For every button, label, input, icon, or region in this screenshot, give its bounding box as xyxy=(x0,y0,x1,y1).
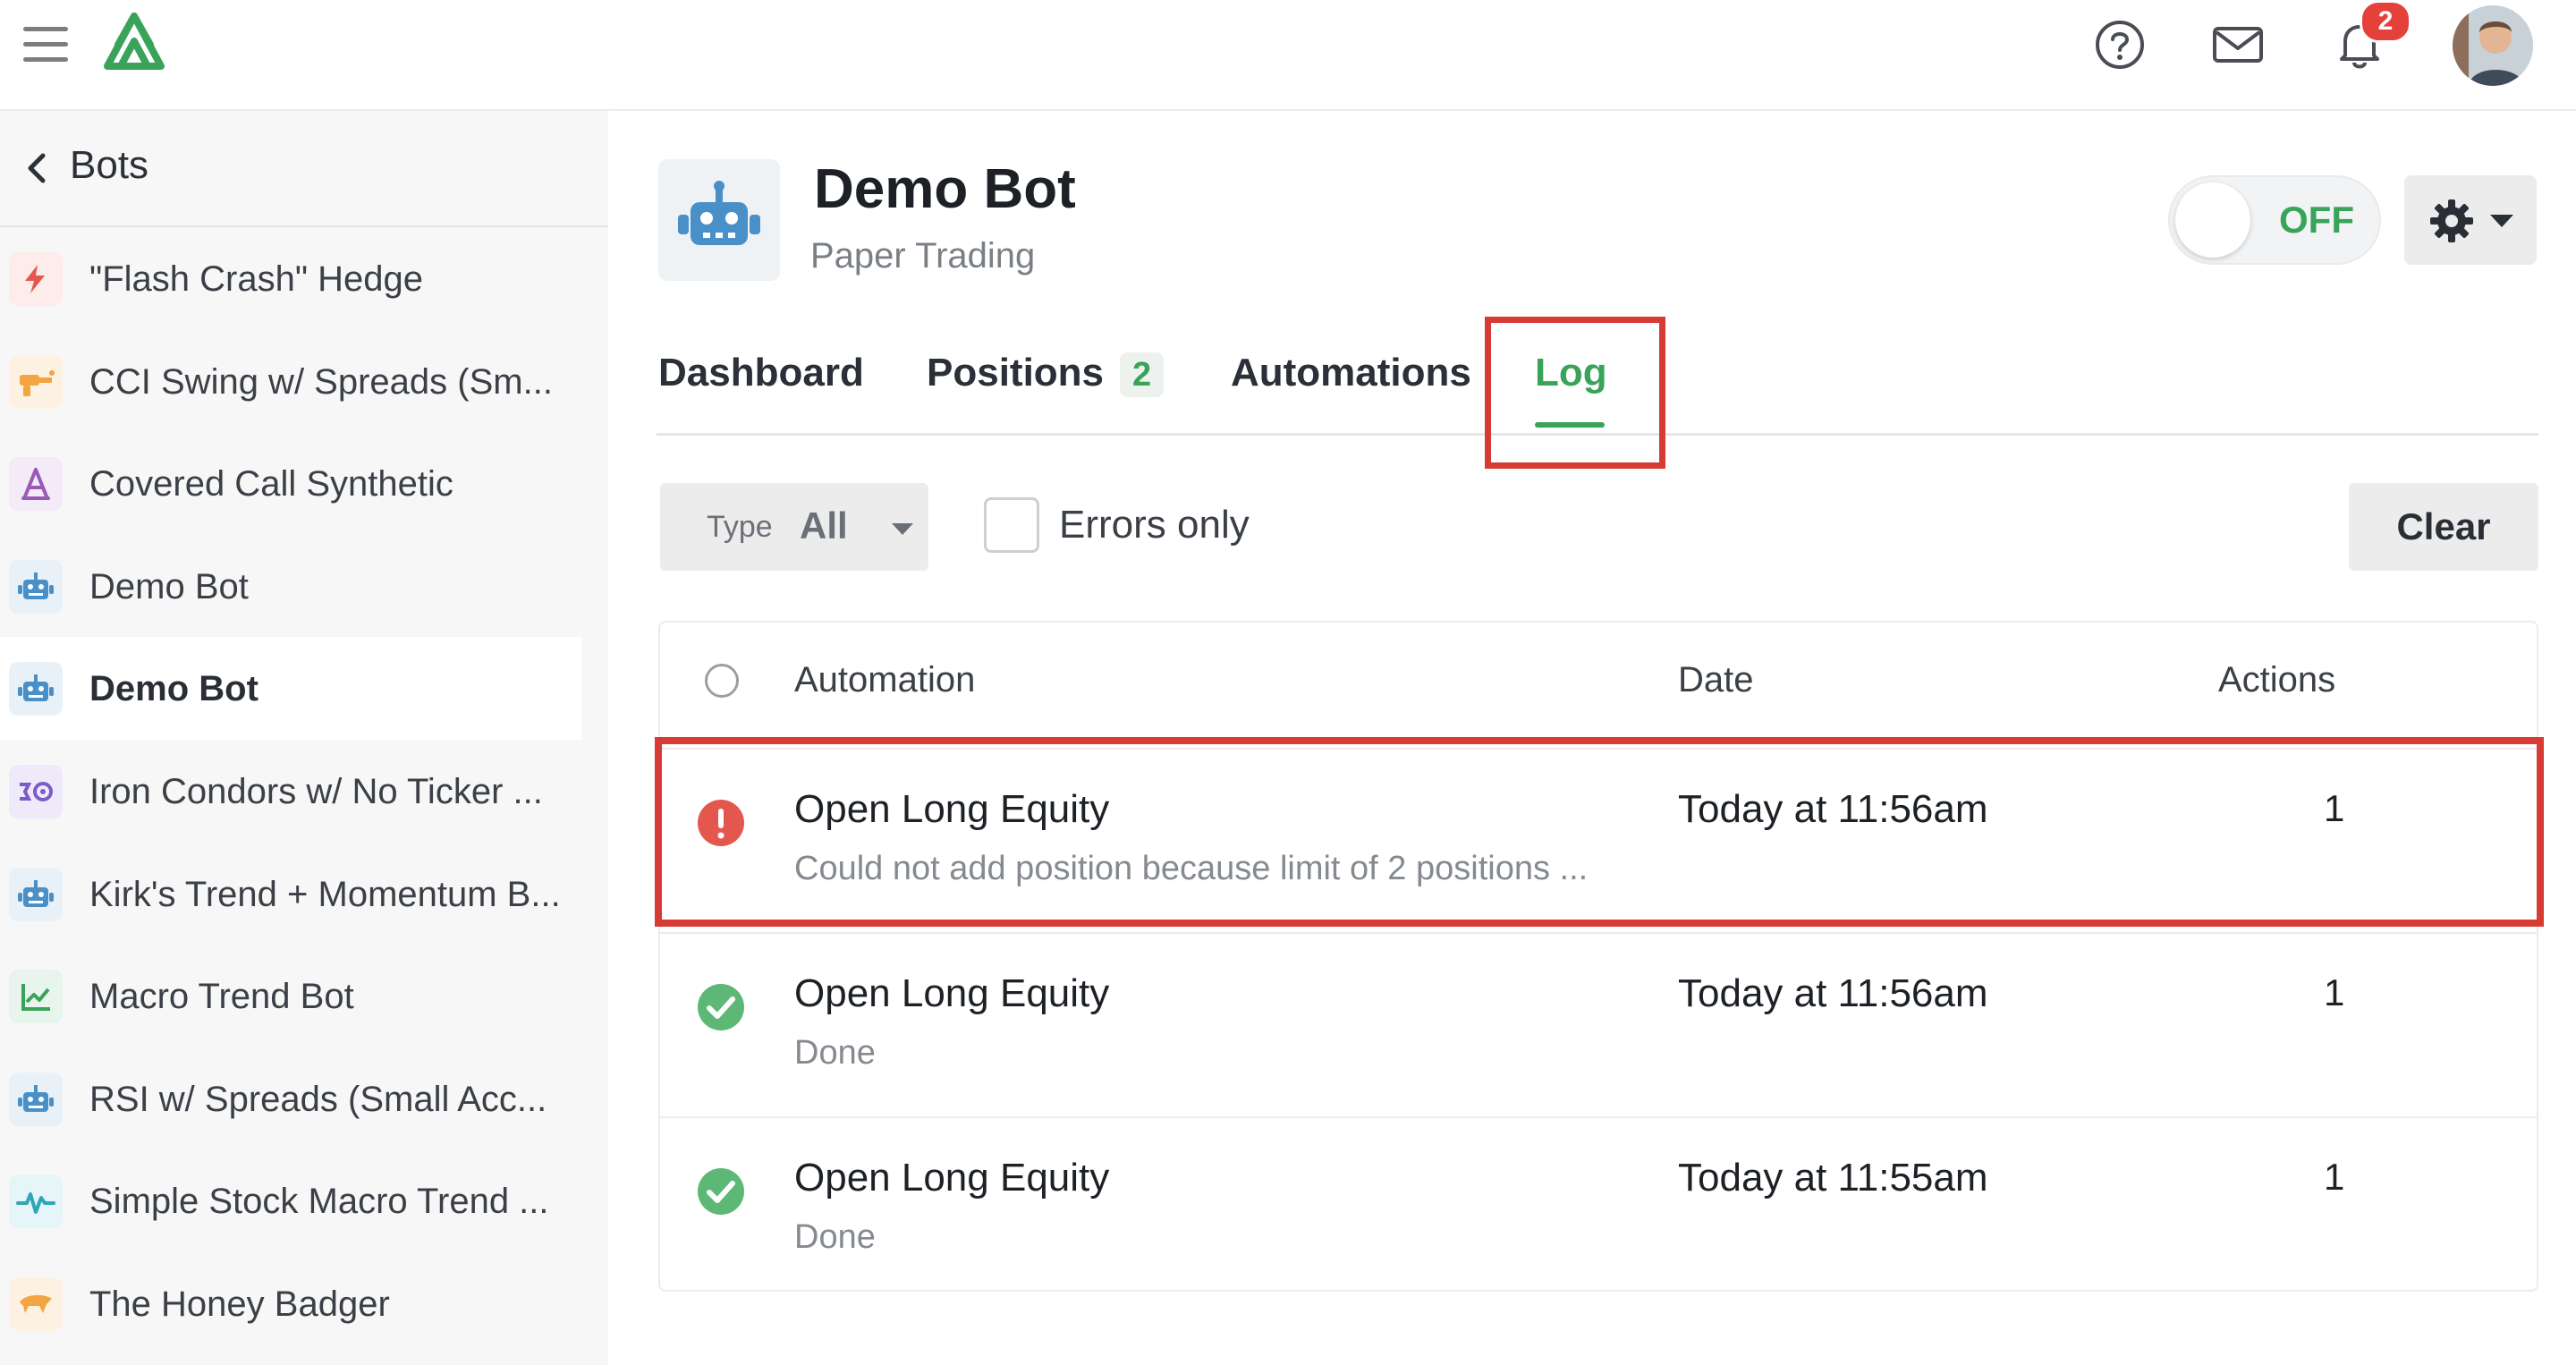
condor-icon xyxy=(9,764,63,818)
type-filter-value: All xyxy=(800,504,848,547)
chevron-left-icon xyxy=(28,153,46,183)
mail-icon[interactable] xyxy=(2209,16,2267,73)
column-header-date: Date xyxy=(1678,660,1754,699)
raygun-icon xyxy=(9,354,63,409)
sidebar-item-label: CCI Swing w/ Spreads (Sm... xyxy=(89,361,553,402)
sidebar-item-macro-trend-bot[interactable]: Macro Trend Bot xyxy=(0,945,581,1047)
table-row[interactable]: Open Long Equity Done Today at 11:55am 1 xyxy=(660,1116,2537,1302)
logo-icon[interactable] xyxy=(98,11,170,75)
table-row[interactable]: Open Long Equity Done Today at 11:56am 1 xyxy=(660,932,2537,1118)
positions-count-badge: 2 xyxy=(1120,352,1165,397)
sidebar-item-demo-bot-active[interactable]: Demo Bot xyxy=(0,637,581,740)
sidebar-item-label: Simple Stock Macro Trend ... xyxy=(89,1182,549,1222)
errors-only-checkbox[interactable] xyxy=(984,497,1039,553)
bot-list: "Flash Crash" Hedge CCI Swing w/ Spreads… xyxy=(0,227,581,1355)
sidebar-item-label: Covered Call Synthetic xyxy=(89,464,453,504)
sidebar-item-label: The Honey Badger xyxy=(89,1284,390,1324)
error-row-highlight-box xyxy=(655,737,2544,927)
sidebar-item-label: Macro Trend Bot xyxy=(89,977,354,1017)
log-tab-highlight-box xyxy=(1485,317,1665,469)
bot-on-off-toggle[interactable]: OFF xyxy=(2168,175,2381,265)
type-filter-label: Type xyxy=(707,510,773,544)
caret-down-icon xyxy=(2490,215,2513,227)
sidebar-item-label: Iron Condors w/ No Ticker ... xyxy=(89,771,543,811)
check-circle-icon xyxy=(698,984,744,1030)
chart-icon xyxy=(9,970,63,1024)
row-message: Done xyxy=(794,1034,876,1072)
user-avatar[interactable] xyxy=(2453,5,2533,86)
settings-dropdown-button[interactable] xyxy=(2404,175,2537,265)
help-icon[interactable] xyxy=(2091,16,2148,73)
check-circle-icon xyxy=(698,1168,744,1215)
sidebar-item-label: RSI w/ Spreads (Small Acc... xyxy=(89,1079,547,1119)
row-date: Today at 11:55am xyxy=(1678,1156,1988,1200)
compass-icon xyxy=(9,457,63,512)
page-subtitle: Paper Trading xyxy=(810,236,1036,276)
row-title: Open Long Equity xyxy=(794,1156,1110,1200)
back-to-bots-link[interactable]: Bots xyxy=(0,111,608,227)
sidebar-item-covered-call-synthetic[interactable]: Covered Call Synthetic xyxy=(0,432,581,535)
robot-icon xyxy=(9,1072,63,1126)
tab-label: Positions xyxy=(927,351,1105,394)
select-all-radio[interactable] xyxy=(705,664,739,698)
caret-down-icon xyxy=(892,523,913,535)
tab-label: Automations xyxy=(1231,351,1471,394)
sidebar-back-label: Bots xyxy=(70,143,149,187)
row-message: Done xyxy=(794,1218,876,1256)
robot-icon xyxy=(9,662,63,716)
errors-only-label[interactable]: Errors only xyxy=(1059,503,1250,547)
lightning-icon xyxy=(9,252,63,306)
bot-avatar xyxy=(658,159,780,281)
row-date: Today at 11:56am xyxy=(1678,971,1988,1015)
robot-icon xyxy=(676,180,762,260)
type-filter-dropdown[interactable]: Type All xyxy=(660,483,928,571)
table-header: Automation Date Actions xyxy=(660,623,2537,739)
clear-button[interactable]: Clear xyxy=(2349,483,2538,571)
sidebar-item-demo-bot[interactable]: Demo Bot xyxy=(0,535,581,638)
log-table: Automation Date Actions Open Long Equity… xyxy=(658,621,2538,1292)
tab-label: Dashboard xyxy=(658,351,864,394)
column-header-actions: Actions xyxy=(2218,660,2336,699)
badger-icon xyxy=(9,1276,63,1331)
sidebar-item-label: Demo Bot xyxy=(89,669,258,709)
robot-icon xyxy=(9,867,63,921)
toggle-knob xyxy=(2175,182,2250,258)
sidebar-item-honey-badger[interactable]: The Honey Badger xyxy=(0,1252,581,1355)
sidebar-item-iron-condors[interactable]: Iron Condors w/ No Ticker ... xyxy=(0,740,581,843)
toggle-label: OFF xyxy=(2279,199,2354,241)
menu-icon[interactable] xyxy=(23,27,68,66)
row-actions-count: 1 xyxy=(2324,1156,2345,1198)
tab-dashboard[interactable]: Dashboard xyxy=(658,351,864,395)
sidebar-item-kirks-trend[interactable]: Kirk's Trend + Momentum B... xyxy=(0,843,581,945)
page-title: Demo Bot xyxy=(814,158,1076,220)
top-bar: 2 xyxy=(0,0,2576,111)
notification-badge: 2 xyxy=(2360,0,2411,43)
sidebar: Bots "Flash Crash" Hedge CCI Swing w/ Sp… xyxy=(0,111,608,1365)
pulse-icon xyxy=(9,1174,63,1229)
gear-icon xyxy=(2430,199,2473,242)
sidebar-item-simple-stock-macro[interactable]: Simple Stock Macro Trend ... xyxy=(0,1149,581,1252)
row-title: Open Long Equity xyxy=(794,971,1110,1015)
sidebar-item-label: Kirk's Trend + Momentum B... xyxy=(89,874,561,914)
sidebar-item-rsi-spreads[interactable]: RSI w/ Spreads (Small Acc... xyxy=(0,1047,581,1150)
sidebar-item-label: Demo Bot xyxy=(89,566,249,606)
sidebar-item-flash-crash-hedge[interactable]: "Flash Crash" Hedge xyxy=(0,227,581,330)
sidebar-item-label: "Flash Crash" Hedge xyxy=(89,259,424,299)
tab-positions[interactable]: Positions 2 xyxy=(927,351,1165,397)
sidebar-item-cci-swing[interactable]: CCI Swing w/ Spreads (Sm... xyxy=(0,330,581,433)
robot-icon xyxy=(9,559,63,614)
tab-automations[interactable]: Automations xyxy=(1231,351,1471,395)
row-actions-count: 1 xyxy=(2324,971,2345,1013)
column-header-automation: Automation xyxy=(794,660,976,699)
